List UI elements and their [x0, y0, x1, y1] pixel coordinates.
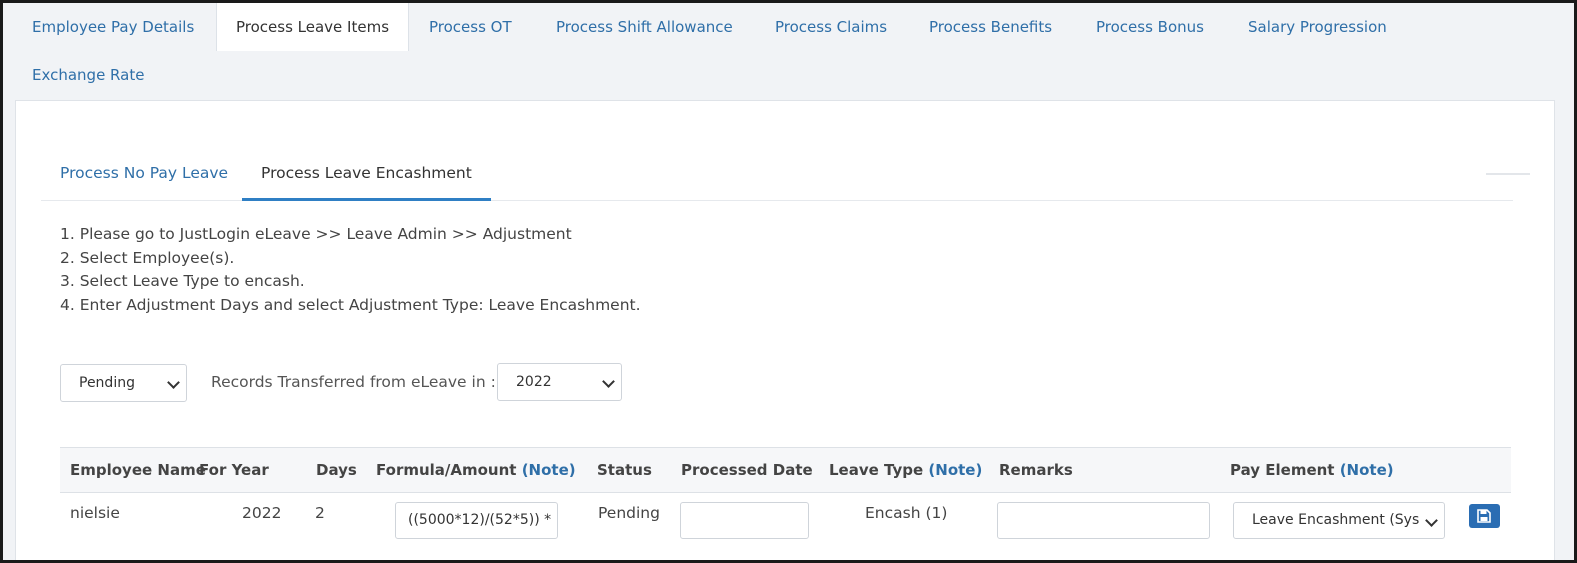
- top-tab-bar: Employee Pay Details Process Leave Items…: [13, 3, 1558, 101]
- sub-tab-bar: Process No Pay Leave Process Leave Encas…: [41, 151, 1531, 201]
- save-button[interactable]: [1469, 504, 1500, 528]
- header-days: Days: [316, 461, 357, 479]
- tab-process-leave-items[interactable]: Process Leave Items: [216, 3, 410, 51]
- header-remarks: Remarks: [999, 461, 1073, 479]
- instruction-line: 2. Select Employee(s).: [60, 248, 235, 267]
- year-filter-value: 2022: [516, 374, 552, 390]
- status-filter-select[interactable]: Pending: [60, 364, 187, 402]
- tab-exchange-rate[interactable]: Exchange Rate: [13, 51, 163, 99]
- header-leave-type: Leave Type (Note): [829, 448, 982, 492]
- instructions-list: 1. Please go to JustLogin eLeave >> Leav…: [60, 223, 641, 317]
- header-pay-element: Pay Element (Note): [1230, 448, 1394, 492]
- formula-amount-input[interactable]: ((5000*12)/(52*5)) *: [395, 502, 558, 539]
- cell-days: 2: [315, 504, 325, 522]
- records-transferred-label: Records Transferred from eLeave in :: [211, 373, 496, 391]
- tab-process-claims[interactable]: Process Claims: [756, 3, 906, 51]
- remarks-input[interactable]: [997, 502, 1210, 539]
- save-icon: [1477, 509, 1491, 523]
- tab-process-shift-allowance[interactable]: Process Shift Allowance: [537, 3, 752, 51]
- instruction-line: 1. Please go to JustLogin eLeave >> Leav…: [60, 225, 572, 243]
- header-formula-amount: Formula/Amount (Note): [376, 448, 576, 492]
- panel-collapse-handle: [1486, 173, 1530, 175]
- processed-date-input[interactable]: [680, 502, 809, 539]
- header-for-year: For Year: [199, 461, 269, 479]
- tab-employee-pay-details[interactable]: Employee Pay Details: [13, 3, 213, 51]
- header-formula-label: Formula/Amount: [376, 461, 517, 479]
- tab-process-no-pay-leave[interactable]: Process No Pay Leave: [41, 151, 247, 201]
- tab-process-ot[interactable]: Process OT: [410, 3, 531, 51]
- content-panel: Process No Pay Leave Process Leave Encas…: [15, 100, 1555, 560]
- pay-element-value: Leave Encashment (Sys: [1252, 512, 1420, 528]
- header-status: Status: [597, 461, 652, 479]
- cell-employee-name: nielsie: [70, 504, 120, 522]
- chevron-down-icon: [167, 376, 180, 389]
- table-header: Employee Name For Year Days Formula/Amou…: [60, 447, 1511, 493]
- pay-element-note-link[interactable]: (Note): [1340, 461, 1394, 479]
- tab-process-benefits[interactable]: Process Benefits: [910, 3, 1071, 51]
- status-filter-value: Pending: [79, 375, 135, 391]
- instruction-line: 4. Enter Adjustment Days and select Adju…: [60, 295, 641, 314]
- tab-process-bonus[interactable]: Process Bonus: [1077, 3, 1223, 51]
- formula-note-link[interactable]: (Note): [522, 461, 576, 479]
- cell-status: Pending: [598, 504, 660, 522]
- tab-salary-progression[interactable]: Salary Progression: [1229, 3, 1406, 51]
- header-processed-date: Processed Date: [681, 461, 813, 479]
- header-pay-element-label: Pay Element: [1230, 461, 1335, 479]
- tab-process-leave-encashment[interactable]: Process Leave Encashment: [242, 151, 491, 201]
- chevron-down-icon: [1425, 514, 1438, 527]
- cell-leave-type: Encash (1): [865, 504, 948, 522]
- app-frame: Employee Pay Details Process Leave Items…: [0, 0, 1577, 563]
- header-employee-name: Employee Name: [70, 461, 206, 479]
- header-leave-type-label: Leave Type: [829, 461, 924, 479]
- pay-element-select[interactable]: Leave Encashment (Sys: [1233, 502, 1445, 539]
- instruction-line: 3. Select Leave Type to encash.: [60, 272, 305, 290]
- chevron-down-icon: [602, 375, 615, 388]
- year-filter-select[interactable]: 2022: [497, 363, 622, 401]
- cell-for-year: 2022: [242, 504, 282, 522]
- leave-type-note-link[interactable]: (Note): [928, 461, 982, 479]
